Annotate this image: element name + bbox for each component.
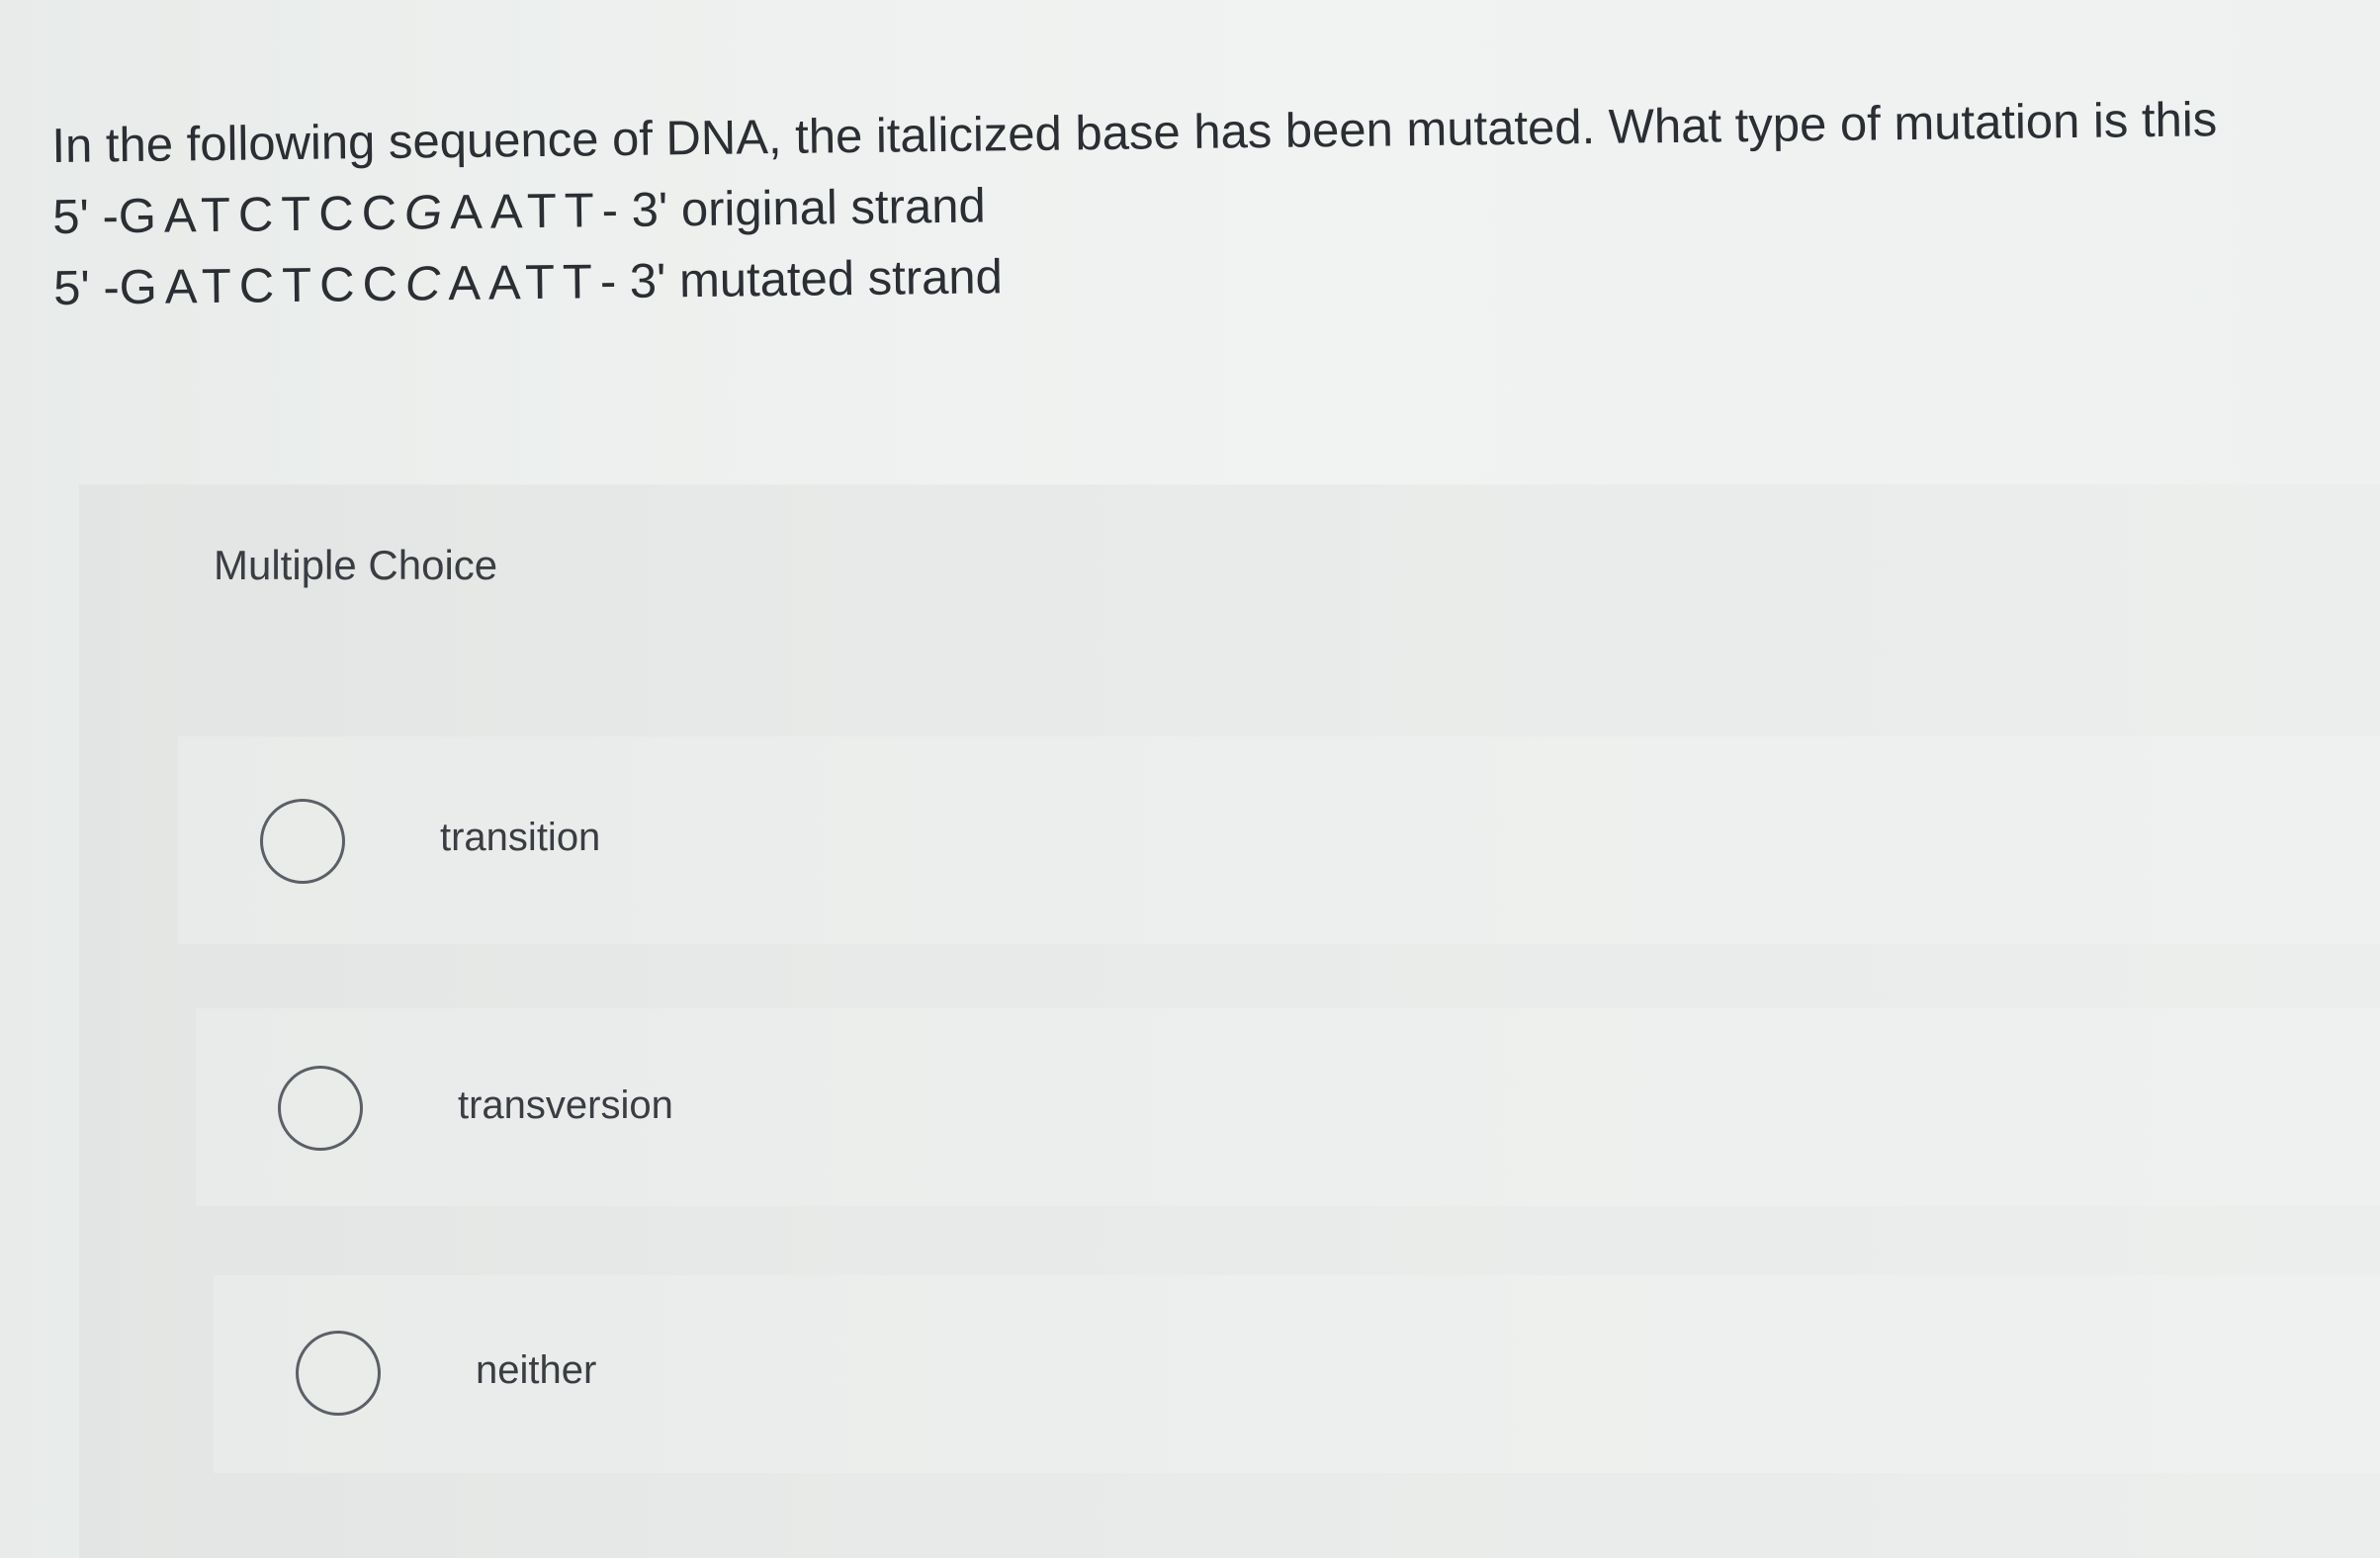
choice-label-neither[interactable]: neither: [476, 1348, 596, 1393]
mutated-strand-bases-before: GATCTCC: [119, 257, 406, 315]
choice-option-neither[interactable]: neither: [214, 1275, 2380, 1473]
choice-label-transversion[interactable]: transversion: [458, 1083, 673, 1128]
radio-button-neither[interactable]: [296, 1331, 381, 1416]
mutated-strand-suffix: - 3' mutated strand: [599, 250, 1004, 309]
choice-option-transversion[interactable]: transversion: [196, 1008, 2380, 1206]
original-strand-bases-after: AATT: [449, 184, 603, 240]
original-strand-italic-base: G: [403, 186, 451, 240]
radio-button-transversion[interactable]: [278, 1066, 363, 1151]
mutated-strand-italic-base: C: [404, 257, 449, 311]
original-strand-suffix: - 3' original strand: [601, 179, 986, 238]
mutated-strand-bases-after: AATT: [447, 255, 601, 311]
multiple-choice-panel: Multiple Choice transition transversion …: [79, 484, 2380, 1558]
multiple-choice-title: Multiple Choice: [214, 542, 498, 588]
original-strand-bases-before: GATCTCC: [118, 186, 405, 244]
choice-option-transition[interactable]: transition: [178, 736, 2380, 944]
mutated-strand-prefix: 5' -: [52, 261, 121, 315]
choice-label-transition[interactable]: transition: [440, 816, 600, 860]
question-block: In the following sequence of DNA, the it…: [51, 82, 2367, 324]
original-strand-prefix: 5' -: [51, 190, 120, 244]
radio-button-transition[interactable]: [260, 799, 345, 884]
